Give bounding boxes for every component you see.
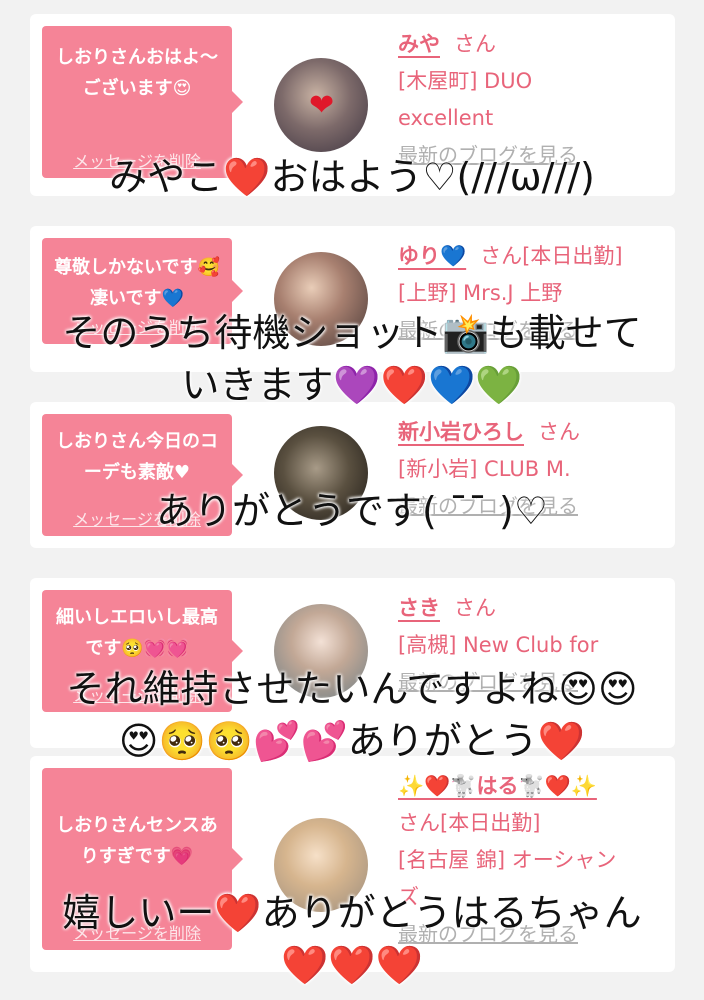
honorific: さん xyxy=(538,420,580,444)
caption-overlay: ❤️❤️❤️ xyxy=(281,943,423,987)
shop-line: [名古屋 錦] オーシャン xyxy=(398,848,617,872)
caption-overlay: いきます💜❤️💙💚 xyxy=(181,363,523,407)
sender-name-link[interactable]: 新小岩ひろし xyxy=(398,420,524,444)
caption-overlay: それ維持させたいんですよね😍😍 xyxy=(66,667,638,711)
honorific: さん[本日出勤] xyxy=(398,811,541,835)
message-text: 尊敬しかないです🥰凄いです💙 xyxy=(54,257,220,309)
message-text: 細いしエロいし最高です🥺💓💓 xyxy=(56,607,218,659)
shop-line: excellent xyxy=(398,106,494,130)
shop-line: [高槻] New Club for xyxy=(398,633,599,657)
caption-overlay: そのうち待機ショット📸も載せて xyxy=(62,311,642,355)
avatar[interactable]: ❤ xyxy=(274,58,368,152)
sender-name-link[interactable]: ✨❤️🐩はる🐩❤️✨ xyxy=(398,774,597,798)
shop-line: [上野] Mrs.J 上野 xyxy=(398,281,563,305)
message-card: しおりさんセンスありすぎです💗 メッセージを削除 ✨❤️🐩はる🐩❤️✨ さん[本… xyxy=(30,756,675,972)
sender-info: みや さん [木屋町] DUO excellent 最新のブログを見る xyxy=(398,26,661,174)
honorific: さん xyxy=(454,32,496,56)
caption-overlay: 😍🥺🥺💕💕ありがとう❤️ xyxy=(118,719,586,763)
sender-name-link[interactable]: ゆり💙 xyxy=(398,244,466,268)
caption-overlay: みやこ❤️おはよう♡(///ω///) xyxy=(109,155,595,199)
message-text: しおりさんセンスありすぎです💗 xyxy=(56,815,218,867)
sender-name-link[interactable]: みや xyxy=(398,32,440,56)
honorific: さん[本日出勤] xyxy=(480,244,623,268)
message-text: しおりさん今日のコーデも素敵♥ xyxy=(56,431,218,483)
sender-name-link[interactable]: さき xyxy=(398,596,440,620)
honorific: さん xyxy=(454,596,496,620)
shop-line: [新小岩] CLUB M. xyxy=(398,457,571,481)
shop-line: [木屋町] DUO xyxy=(398,69,533,93)
message-text: しおりさんおはよ〜ございます😍 xyxy=(56,47,218,99)
heart-sticker-icon: ❤ xyxy=(309,88,335,123)
caption-overlay: ありがとうです( ¯¯ )♡ xyxy=(156,489,548,533)
caption-overlay: 嬉しいー❤️ありがとうはるちゃん xyxy=(62,891,642,935)
